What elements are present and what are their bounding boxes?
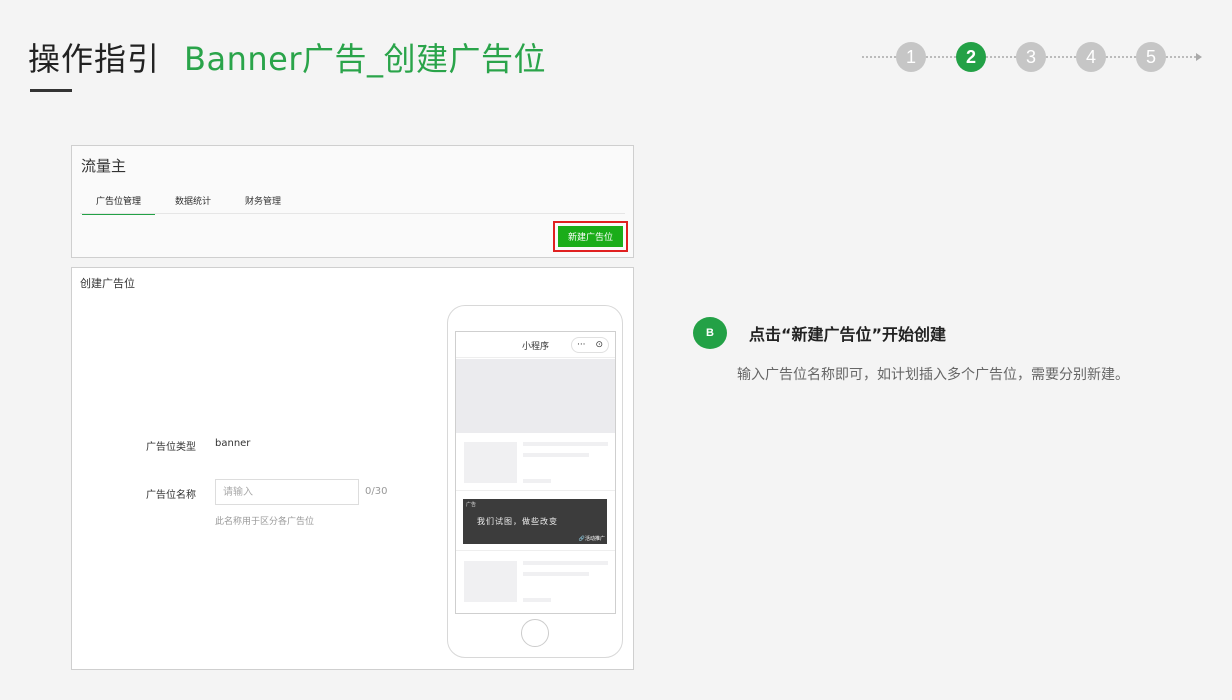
step-connector: [1166, 56, 1196, 58]
title-underline: [30, 89, 72, 92]
page-title: 操作指引: [28, 40, 161, 78]
mini-program-navbar: 小程序 ··· ⊙: [456, 332, 615, 358]
step-connector: [986, 56, 1016, 58]
step-connector: [862, 56, 896, 58]
panel-title: 流量主: [81, 157, 127, 175]
traffic-owner-panel: 流量主 广告位管理 数据统计 财务管理 新建广告位: [71, 145, 634, 258]
step-1: 1: [896, 42, 926, 72]
tab-bar: 广告位管理 数据统计 财务管理: [82, 194, 301, 215]
ad-slot-type-value: banner: [215, 438, 251, 449]
guide-description: 输入广告位名称即可，如计划插入多个广告位，需要分别新建。: [737, 367, 1129, 383]
placeholder-line: [523, 442, 608, 446]
phone-home-button: [521, 619, 549, 647]
tab-data-statistics[interactable]: 数据统计: [161, 194, 225, 215]
step-2-active: 2: [956, 42, 986, 72]
ad-promo-link: 🔗活动推广: [578, 536, 605, 542]
arrow-right-icon: [1196, 53, 1202, 61]
panel-title: 创建广告位: [80, 277, 135, 290]
name-hint: 此名称用于区分各广告位: [215, 517, 315, 527]
capsule-menu: ··· ⊙: [571, 337, 609, 353]
close-circle-icon: ⊙: [595, 340, 604, 350]
tab-ad-slot-management[interactable]: 广告位管理: [82, 194, 156, 215]
placeholder-thumb: [464, 442, 517, 483]
ad-slot-name-input[interactable]: [215, 479, 359, 505]
create-ad-slot-panel: 创建广告位 广告位类型 banner 广告位名称 0/30 此名称用于区分各广告…: [71, 267, 634, 670]
placeholder-list-item: [456, 435, 615, 491]
step-badge: B: [693, 317, 727, 349]
char-counter: 0/30: [365, 486, 388, 497]
placeholder-list-item: [456, 554, 615, 610]
ad-slot-type-label: 广告位类型: [146, 442, 196, 453]
step-connector: [1106, 56, 1136, 58]
tab-finance-management[interactable]: 财务管理: [231, 194, 295, 215]
guide-heading: 点击“新建广告位”开始创建: [749, 325, 947, 344]
placeholder-line: [523, 453, 589, 457]
step-5: 5: [1136, 42, 1166, 72]
tab-divider: [80, 213, 625, 214]
placeholder-banner: [456, 359, 615, 433]
placeholder-line: [523, 561, 608, 565]
placeholder-line: [523, 572, 589, 576]
new-ad-slot-button[interactable]: 新建广告位: [558, 226, 623, 247]
step-indicator: 1 2 3 4 5: [862, 42, 1202, 72]
highlight-frame: 新建广告位: [553, 221, 628, 252]
placeholder-thumb: [464, 561, 517, 602]
more-icon: ···: [576, 340, 586, 350]
placeholder-line: [523, 479, 551, 483]
ad-tag: 广告: [466, 502, 477, 508]
phone-preview: 小程序 ··· ⊙ 广告 我们试图，做些改变 🔗活动推广: [447, 305, 623, 658]
banner-ad: 广告 我们试图，做些改变 🔗活动推广: [463, 499, 607, 544]
step-connector: [926, 56, 956, 58]
ad-text: 我们试图，做些改变: [477, 517, 558, 526]
banner-ad-slot: 广告 我们试图，做些改变 🔗活动推广: [456, 492, 615, 551]
step-3: 3: [1016, 42, 1046, 72]
phone-screen: 小程序 ··· ⊙ 广告 我们试图，做些改变 🔗活动推广: [455, 331, 616, 614]
step-4: 4: [1076, 42, 1106, 72]
page-subtitle: Banner广告_创建广告位: [184, 40, 546, 78]
ad-slot-name-label: 广告位名称: [146, 490, 196, 501]
placeholder-line: [523, 598, 551, 602]
step-connector: [1046, 56, 1076, 58]
